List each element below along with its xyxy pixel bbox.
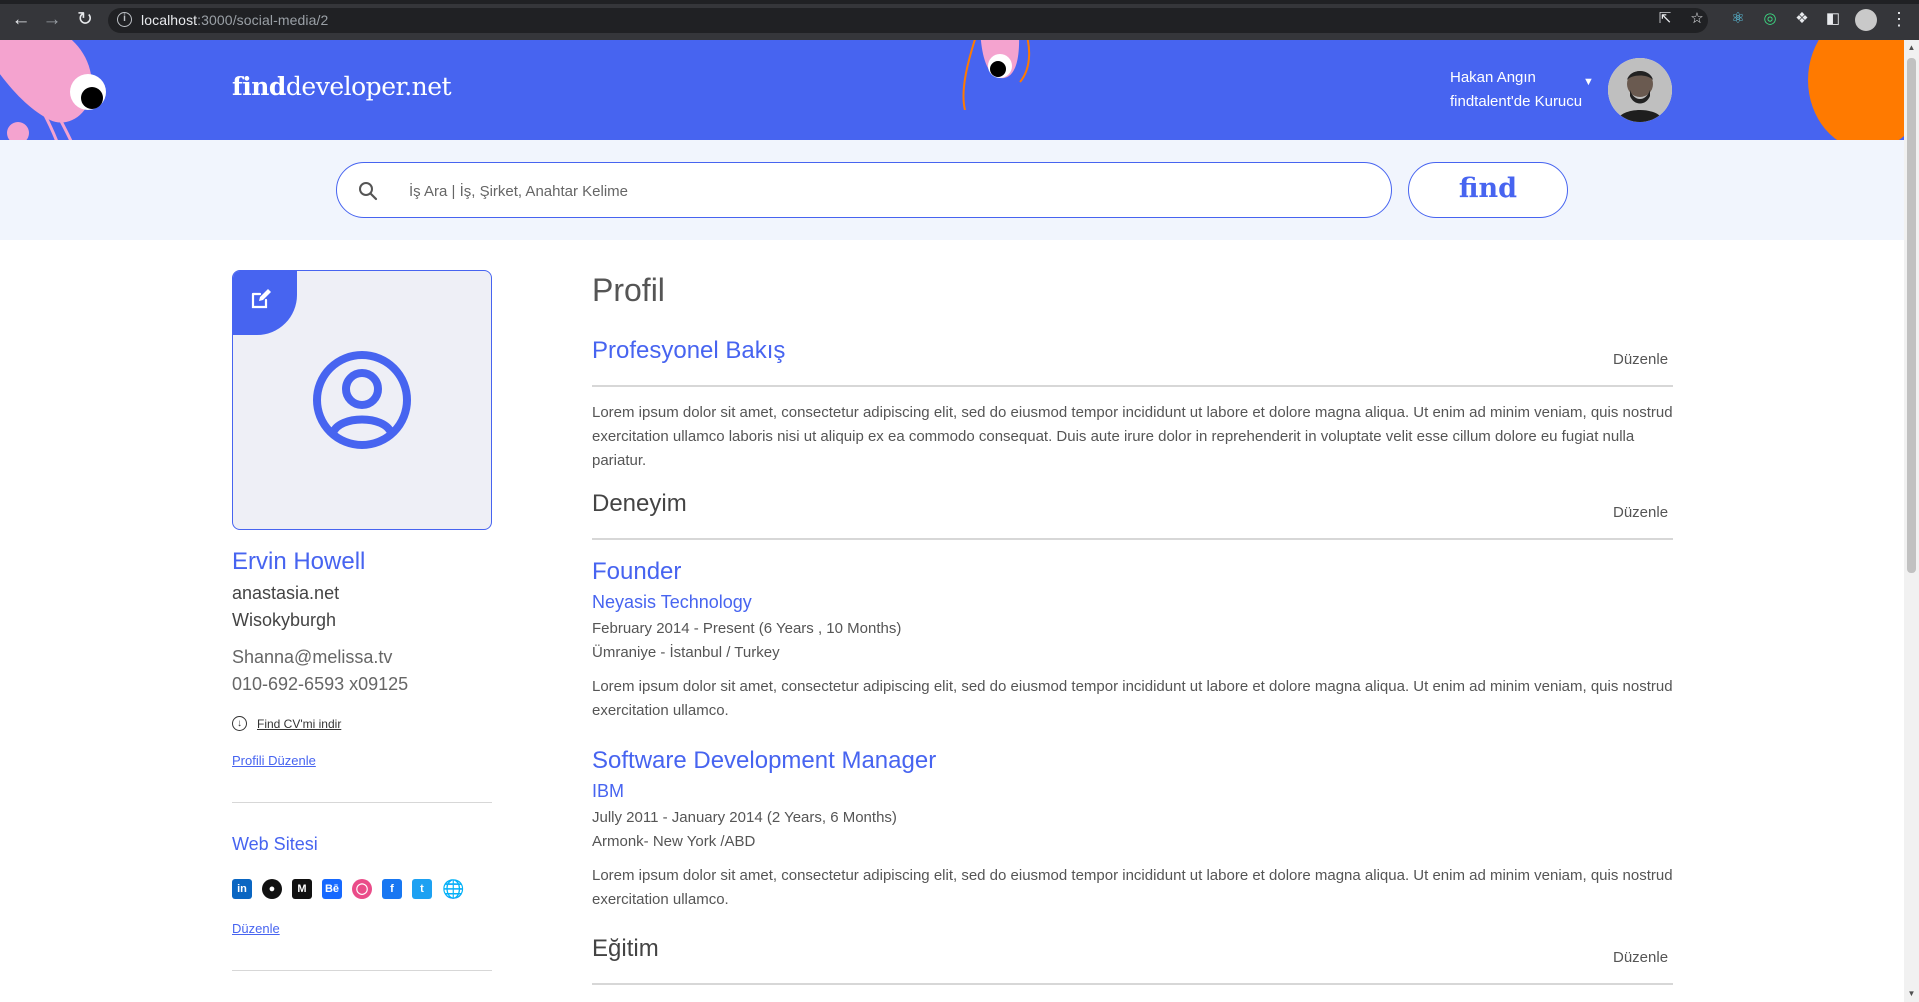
dribbble-icon[interactable]: ◯	[352, 879, 372, 899]
job-company: Neyasis Technology	[592, 592, 752, 612]
linkedin-icon[interactable]: in	[232, 879, 252, 899]
github-icon[interactable]: ●	[262, 879, 282, 899]
twitter-icon[interactable]: t	[412, 879, 432, 899]
overview-title: Profesyonel Bakış	[592, 337, 786, 364]
extension-icon[interactable]: ◎	[1761, 10, 1779, 28]
job-description: Lorem ipsum dolor sit amet, consectetur …	[592, 867, 1673, 908]
experience-title: Deneyim	[592, 490, 687, 517]
decorative-blob-left	[0, 40, 106, 140]
scrollbar-thumb[interactable]	[1907, 58, 1916, 573]
bookmark-star-icon[interactable]: ☆	[1688, 10, 1706, 28]
profile-name: Ervin Howell	[232, 548, 366, 575]
medium-icon[interactable]: M	[292, 879, 312, 899]
edit-websites-link[interactable]: Düzenle	[232, 921, 280, 936]
education-title: Eğitim	[592, 935, 659, 962]
find-button[interactable]: find	[1408, 162, 1568, 218]
tab-strip	[0, 0, 1919, 4]
page-title: Profil	[592, 272, 665, 308]
user-name: Hakan Angın	[1450, 69, 1536, 86]
job-description: Lorem ipsum dolor sit amet, consectetur …	[592, 678, 1673, 719]
decorative-blob-middle	[962, 40, 1031, 110]
profile-photo	[232, 270, 492, 530]
facebook-icon[interactable]: f	[382, 879, 402, 899]
scroll-up-arrow-icon[interactable]: ▲	[1907, 43, 1916, 52]
browser-profile-avatar[interactable]	[1855, 9, 1877, 31]
search-box[interactable]	[336, 162, 1392, 218]
user-menu[interactable]: Hakan Angın findtalent'de Kurucu ▼	[1450, 66, 1594, 114]
overview-divider	[592, 385, 1673, 387]
experience-divider	[592, 538, 1673, 540]
photo-edit-corner[interactable]	[233, 271, 297, 335]
edit-icon[interactable]	[249, 287, 273, 311]
sidebar-divider	[232, 802, 492, 803]
job-location: Ümraniye - İstanbul / Turkey	[592, 644, 780, 661]
job-dates: February 2014 - Present (6 Years , 10 Mo…	[592, 620, 902, 637]
side-panel-icon[interactable]: ◧	[1824, 10, 1842, 28]
react-devtools-icon[interactable]: ⚛	[1729, 10, 1747, 28]
profile-email: Shanna@melissa.tv	[232, 647, 393, 667]
job-title: Founder	[592, 558, 682, 585]
share-icon[interactable]: ⇱	[1656, 10, 1674, 28]
search-section: find	[0, 140, 1904, 240]
reload-icon[interactable]: ↻	[74, 9, 96, 31]
edit-education-link[interactable]: Düzenle	[1613, 949, 1668, 966]
overview-text: Lorem ipsum dolor sit amet, consectetur …	[592, 404, 1673, 469]
address-url: localhost:3000/social-media/2	[141, 12, 329, 28]
profile-city: Wisokyburgh	[232, 610, 337, 630]
job-dates: Jully 2011 - January 2014 (2 Years, 6 Mo…	[592, 809, 897, 826]
download-cv-label: Find CV'mi indir	[257, 716, 342, 731]
profile-phone: 010-692-6593 x09125	[232, 674, 409, 694]
back-icon[interactable]: ←	[10, 9, 32, 31]
globe-icon[interactable]: 🌐	[442, 879, 464, 899]
search-input[interactable]	[407, 179, 1307, 203]
job-location: Armonk- New York /ABD	[592, 833, 756, 850]
browser-menu-icon[interactable]: ⋮	[1890, 8, 1908, 30]
browser-toolbar: ← → ↻ i localhost:3000/social-media/2 ⇱ …	[0, 0, 1919, 40]
search-icon	[359, 182, 378, 201]
caret-down-icon[interactable]: ▼	[1583, 70, 1594, 94]
avatar-photo	[1608, 58, 1672, 122]
profile-website: anastasia.net	[232, 583, 340, 603]
edit-profile-link[interactable]: Profili Düzenle	[232, 753, 316, 768]
download-icon: ↓	[232, 716, 247, 732]
job-title: Software Development Manager	[592, 747, 937, 774]
websites-title: Web Sitesi	[232, 834, 318, 854]
education-divider	[592, 983, 1673, 985]
site-info-icon[interactable]: i	[117, 12, 132, 27]
site-header: finddeveloper.net Hakan Angın findtalent…	[0, 40, 1904, 140]
sidebar-divider-2	[232, 970, 492, 971]
user-role: findtalent'de Kurucu	[1450, 93, 1583, 110]
scroll-down-arrow-icon[interactable]: ▼	[1907, 989, 1916, 998]
user-placeholder-icon	[313, 351, 411, 449]
forward-icon[interactable]: →	[41, 9, 63, 31]
user-avatar[interactable]	[1608, 58, 1672, 122]
job-company: IBM	[592, 781, 625, 801]
edit-overview-link[interactable]: Düzenle	[1613, 351, 1668, 368]
edit-experience-link[interactable]: Düzenle	[1613, 504, 1668, 521]
behance-icon[interactable]: Bē	[322, 879, 342, 899]
site-logo[interactable]: finddeveloper.net	[232, 72, 452, 101]
page-scrollbar[interactable]: ▲ ▼	[1904, 40, 1919, 1002]
decorative-blob-right	[1808, 40, 1904, 140]
address-bar[interactable]: i localhost:3000/social-media/2	[108, 8, 1708, 33]
download-cv-link[interactable]: ↓ Find CV'mi indir	[232, 716, 342, 732]
extensions-puzzle-icon[interactable]: ❖	[1793, 10, 1811, 28]
